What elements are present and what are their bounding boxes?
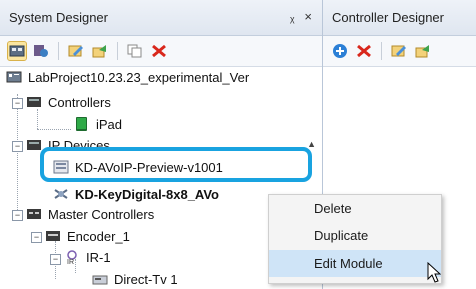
context-menu: Delete Duplicate Edit Module bbox=[268, 194, 442, 284]
controller-folder-icon bbox=[27, 97, 41, 107]
pin-icon[interactable]: ᵪ bbox=[290, 9, 294, 24]
mouse-cursor-icon bbox=[427, 262, 441, 283]
controller-designer-toolbar bbox=[323, 36, 476, 67]
tree-item-direct-tv[interactable]: Direct-Tv 1 bbox=[92, 269, 178, 289]
tree-item-master-controllers[interactable]: Master Controllers bbox=[26, 204, 154, 224]
export-icon[interactable] bbox=[414, 42, 432, 60]
ipad-icon bbox=[76, 117, 87, 131]
close-icon[interactable]: × bbox=[304, 9, 312, 24]
system-view-icon[interactable] bbox=[7, 41, 27, 61]
edit-icon[interactable] bbox=[390, 42, 408, 60]
collapse-controllers[interactable]: − bbox=[12, 98, 23, 109]
master-controller-icon bbox=[27, 209, 41, 219]
delete-icon[interactable] bbox=[355, 42, 373, 60]
project-icon bbox=[6, 71, 22, 83]
matrix-switch-icon bbox=[54, 189, 68, 199]
toolbar-separator bbox=[117, 42, 118, 60]
toolbar-separator bbox=[58, 42, 59, 60]
controller-designer-titlebar: Controller Designer bbox=[323, 0, 476, 36]
system-designer-titlebar: System Designer ᵪ × bbox=[0, 0, 322, 36]
menu-item-duplicate[interactable]: Duplicate bbox=[269, 222, 441, 249]
tree-item-ipad[interactable]: iPad bbox=[74, 114, 122, 134]
tree-item-ir[interactable]: IR IR-1 bbox=[64, 247, 111, 267]
selection-highlight-ring bbox=[40, 147, 312, 182]
edit-icon[interactable] bbox=[67, 42, 85, 60]
panel-title: System Designer bbox=[9, 10, 108, 25]
menu-item-edit-module[interactable]: Edit Module bbox=[269, 250, 441, 277]
tree-item-controllers[interactable]: Controllers bbox=[26, 92, 111, 112]
copy-icon[interactable] bbox=[126, 42, 144, 60]
collapse-encoder[interactable]: − bbox=[31, 232, 42, 243]
ir-emitter-icon: IR bbox=[67, 250, 77, 264]
delete-icon[interactable] bbox=[150, 42, 168, 60]
add-icon[interactable] bbox=[331, 42, 349, 60]
system-designer-toolbar bbox=[0, 36, 322, 67]
svg-text:IR: IR bbox=[67, 259, 74, 264]
panel-title: Controller Designer bbox=[332, 10, 444, 25]
tree-root[interactable]: LabProject10.23.23_experimental_Ver bbox=[6, 67, 249, 87]
collapse-ir[interactable]: − bbox=[50, 254, 61, 265]
export-icon[interactable] bbox=[91, 42, 109, 60]
network-folder-icon bbox=[27, 140, 41, 150]
tree-item-encoder[interactable]: Encoder_1 bbox=[45, 226, 130, 246]
toolbar-separator bbox=[381, 42, 382, 60]
tree-item-keydigital[interactable]: KD-KeyDigital-8x8_AVo bbox=[53, 184, 219, 204]
collapse-ip-devices[interactable]: − bbox=[12, 141, 23, 152]
scroll-up-icon[interactable]: ▲ bbox=[307, 139, 316, 149]
device-library-icon[interactable] bbox=[32, 42, 50, 60]
encoder-icon bbox=[46, 231, 60, 241]
set-top-box-icon bbox=[92, 275, 108, 285]
collapse-master-controllers[interactable]: − bbox=[12, 210, 23, 221]
menu-item-delete[interactable]: Delete bbox=[269, 195, 441, 222]
